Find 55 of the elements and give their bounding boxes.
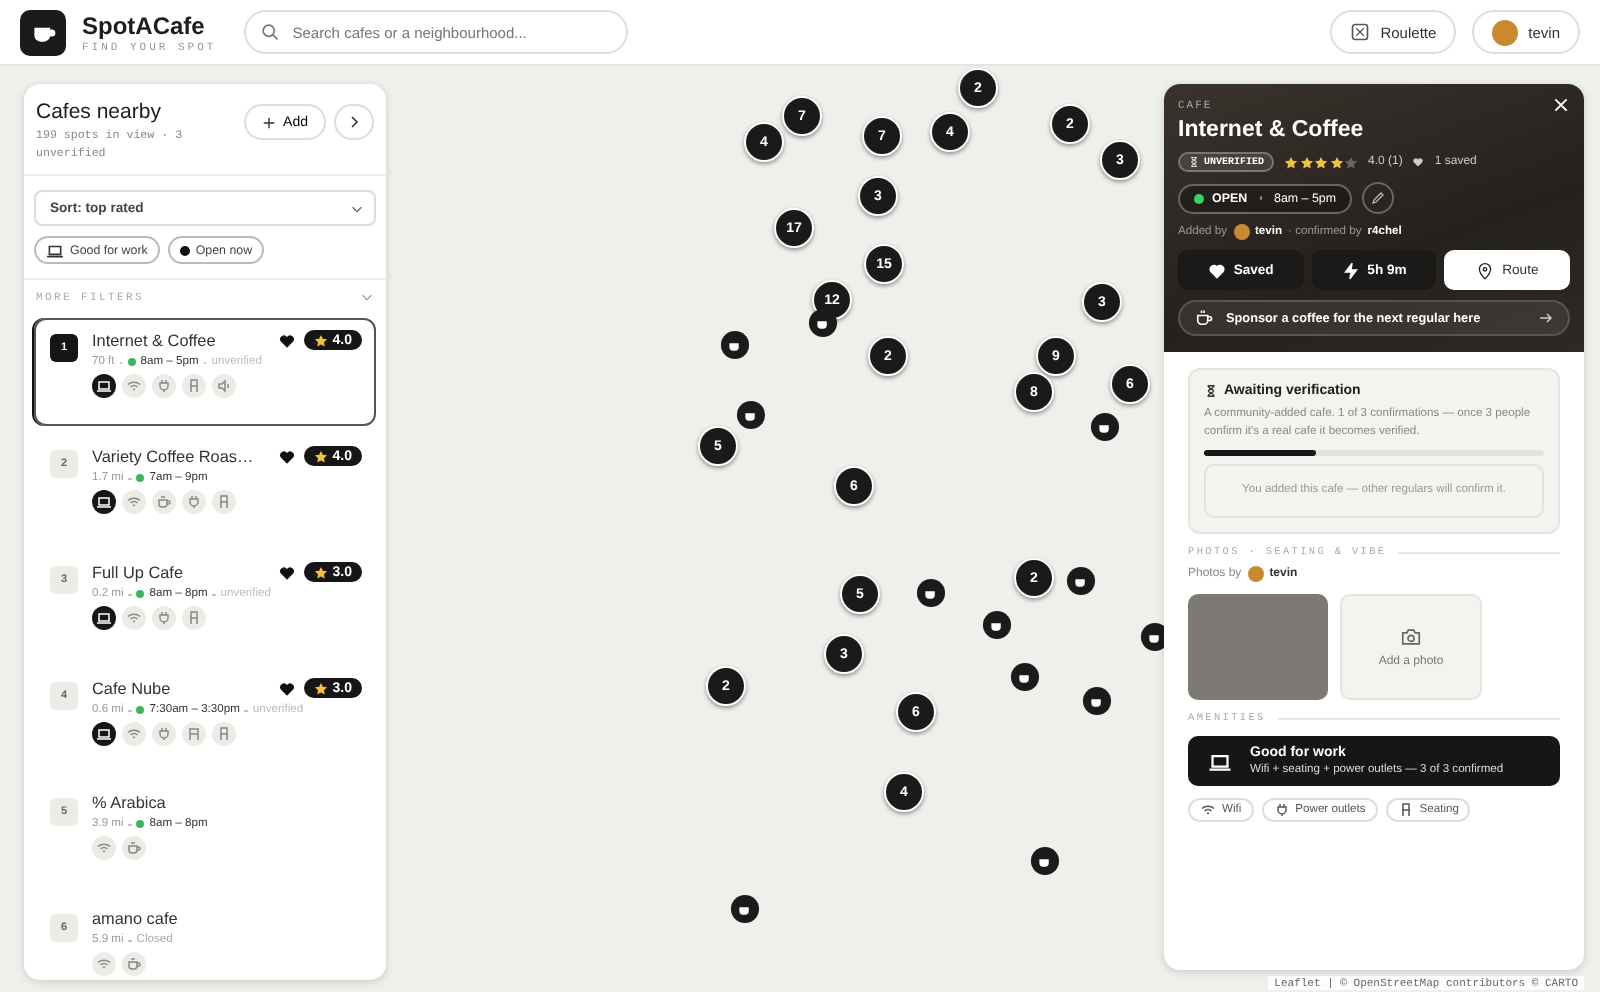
chevron-down-icon: [350, 201, 364, 216]
cafe-pin-icon[interactable]: [1090, 412, 1120, 442]
cafe-title: Internet & Coffee: [1178, 118, 1366, 142]
avatar-icon: [1247, 566, 1264, 583]
app-title: SpotACafe: [82, 11, 207, 39]
heart-icon[interactable]: [278, 447, 297, 466]
plus-icon: [261, 115, 276, 129]
pencil-icon: [1370, 190, 1386, 206]
hourglass-icon: [1204, 384, 1218, 398]
cafe-pin-icon[interactable]: [730, 894, 760, 924]
heart-icon: [1412, 156, 1425, 168]
cafe-pin-icon[interactable]: [1066, 566, 1096, 596]
cafe-pin-icon[interactable]: [736, 400, 766, 430]
seat-icon: [1397, 802, 1414, 819]
cafe-name: amano cafe: [92, 910, 180, 929]
laptop-icon: [46, 241, 64, 260]
cafe-pin-icon[interactable]: [1082, 686, 1112, 716]
chevron-down-icon: [360, 290, 374, 305]
pin-icon: [1476, 261, 1495, 279]
heart-icon[interactable]: [278, 679, 297, 698]
cafe-name: Full Up Cafe: [92, 563, 186, 582]
close-button[interactable]: [1552, 96, 1570, 114]
bolt-icon: [1341, 261, 1360, 279]
cup-icon: [1194, 308, 1214, 328]
cafe-name: Variety Coffee Roas…: [92, 447, 256, 466]
heart-icon[interactable]: [278, 563, 297, 582]
edit-button[interactable]: [1362, 182, 1394, 214]
cafe-name: Cafe Nube: [92, 679, 173, 698]
cafe-name: % Arabica: [92, 794, 168, 813]
heart-icon: [1207, 261, 1226, 279]
heart-icon[interactable]: [278, 331, 297, 350]
star-icon: [314, 681, 329, 696]
cafe-pin-icon[interactable]: [720, 330, 750, 360]
chevron-right-icon: [346, 114, 362, 130]
camera-icon: [1400, 626, 1422, 649]
cafe-pin-icon[interactable]: [1030, 846, 1060, 876]
cafe-pin-icon[interactable]: [982, 610, 1012, 640]
star-icon: [314, 449, 329, 464]
cafe-pin-icon[interactable]: [916, 578, 946, 608]
cafe-pin-icon[interactable]: [1010, 662, 1040, 692]
star-icon: [314, 565, 329, 580]
cafe-pin-icon[interactable]: [808, 308, 838, 338]
avatar-icon: [1492, 19, 1519, 45]
panel-title: Cafes nearby: [36, 100, 163, 124]
arrow-right-icon: [1538, 310, 1554, 326]
wifi-icon: [1200, 802, 1216, 819]
plug-icon: [1273, 802, 1290, 819]
map-placeholder[interactable]: [0, 66, 1600, 992]
logo-icon: [20, 9, 66, 55]
dice-icon: [1350, 22, 1371, 42]
dot-icon: [179, 245, 190, 256]
star-icon: [314, 333, 329, 348]
laptop-icon: [1208, 749, 1232, 774]
cafe-name: Internet & Coffee: [92, 331, 218, 350]
avatar-icon: [1233, 224, 1249, 240]
